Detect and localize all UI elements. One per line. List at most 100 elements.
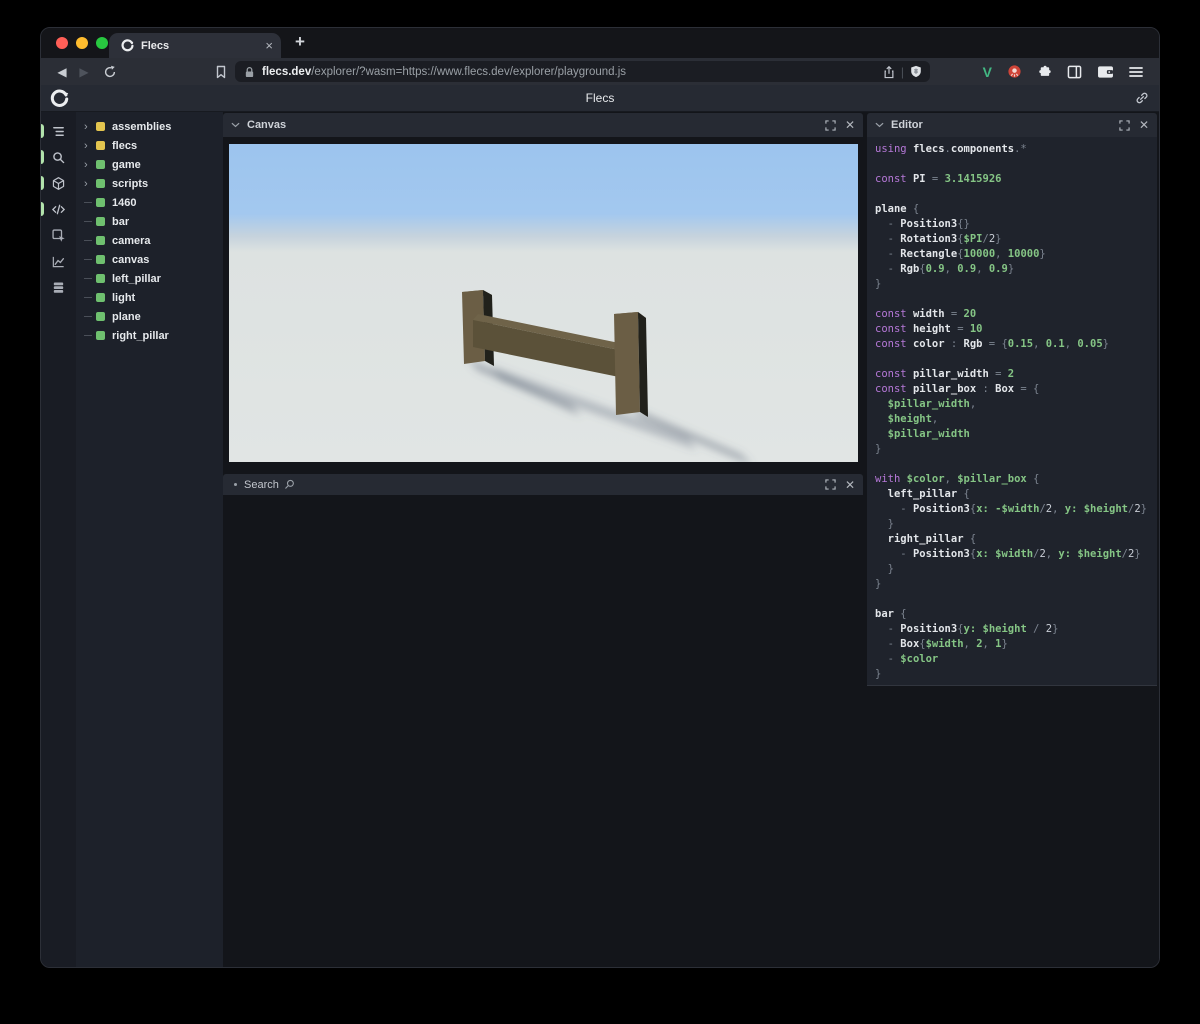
tree-item-flecs[interactable]: › flecs: [76, 136, 223, 155]
rail-button-search-icon[interactable]: [41, 144, 76, 170]
chart-icon: [51, 254, 66, 269]
tab-close-icon[interactable]: ×: [265, 39, 273, 52]
browser-toolbar: ◀ ▶ flecs.dev/explorer/?wasm=https://www…: [41, 58, 1159, 85]
close-icon[interactable]: ✕: [1139, 119, 1149, 131]
code-line: - Box{$width, 2, 1}: [875, 638, 1008, 650]
editor-panel-header[interactable]: Editor ✕: [867, 113, 1157, 137]
collapsed-indicator-dot[interactable]: [234, 483, 237, 486]
back-button[interactable]: ◀: [51, 65, 73, 79]
flecs-logo-icon: [50, 89, 69, 108]
wallet-icon[interactable]: [1097, 65, 1114, 79]
tree-item-scripts[interactable]: › scripts: [76, 174, 223, 193]
close-window-button[interactable]: [56, 37, 68, 49]
zoom-window-button[interactable]: [96, 37, 108, 49]
tree-item-left_pillar[interactable]: left_pillar: [76, 269, 223, 288]
tree-item-label: game: [112, 158, 141, 171]
url-bar[interactable]: flecs.dev/explorer/?wasm=https://www.fle…: [235, 61, 930, 82]
extension-area: V: [983, 64, 1147, 80]
close-icon[interactable]: ✕: [845, 479, 855, 491]
share-link-icon[interactable]: [1135, 91, 1149, 105]
sidebar-toggle-icon[interactable]: [1067, 65, 1082, 79]
rail-button-code-icon[interactable]: [41, 196, 76, 222]
code-line: with $color, $pillar_box {: [875, 473, 1040, 485]
expander-icon[interactable]: ›: [84, 178, 96, 190]
tree-item-label: 1460: [112, 196, 137, 209]
tree-item-canvas[interactable]: canvas: [76, 250, 223, 269]
expander-icon[interactable]: ›: [84, 121, 96, 133]
tree-item-bar[interactable]: bar: [76, 212, 223, 231]
tree-item-right_pillar[interactable]: right_pillar: [76, 326, 223, 345]
code-line: - $color: [875, 653, 939, 665]
entity-color-swatch: [96, 312, 105, 321]
share-icon[interactable]: [883, 65, 895, 79]
rail-button-memory-icon[interactable]: [41, 274, 76, 300]
code-line: }: [887, 518, 894, 530]
rail-button-chart-icon[interactable]: [41, 248, 76, 274]
rail-button-tree-view-icon[interactable]: [41, 118, 76, 144]
code-line: }: [875, 668, 882, 680]
tree-item-1460[interactable]: 1460: [76, 193, 223, 212]
tab-title: Flecs: [141, 39, 170, 52]
cube-icon: [51, 176, 66, 191]
tree-item-plane[interactable]: plane: [76, 307, 223, 326]
entity-color-swatch: [96, 293, 105, 302]
3d-viewport[interactable]: [229, 144, 858, 462]
tree-item-camera[interactable]: camera: [76, 231, 223, 250]
leaf-dash-icon: [84, 221, 96, 222]
leaf-dash-icon: [84, 240, 96, 241]
entity-color-swatch: [96, 160, 105, 169]
code-line: }: [875, 578, 882, 590]
code-line: const pillar_width = 2: [875, 368, 1015, 380]
extensions-puzzle-icon[interactable]: [1037, 64, 1052, 79]
new-tab-button[interactable]: +: [295, 32, 305, 52]
tree-item-game[interactable]: › game: [76, 155, 223, 174]
chevron-down-icon[interactable]: [231, 122, 240, 128]
red-extension-icon[interactable]: [1007, 64, 1022, 79]
bookmark-icon[interactable]: [215, 65, 227, 79]
fullscreen-icon[interactable]: [825, 479, 836, 490]
app-header: Flecs: [41, 85, 1159, 112]
canvas-panel-header[interactable]: Canvas ✕: [223, 113, 863, 137]
entity-color-swatch: [96, 236, 105, 245]
reload-button[interactable]: [103, 65, 117, 79]
close-icon[interactable]: ✕: [845, 119, 855, 131]
vue-devtools-icon[interactable]: V: [983, 64, 992, 80]
chevron-down-icon[interactable]: [875, 122, 884, 128]
code-line: const height = 10: [875, 323, 983, 335]
lock-icon: [244, 66, 255, 78]
leaf-dash-icon: [84, 259, 96, 260]
browser-tab[interactable]: Flecs ×: [109, 33, 281, 58]
main-area: Canvas ✕ Search ✕ Editor ✕ using flecs.c…: [223, 112, 1159, 967]
fullscreen-icon[interactable]: [825, 119, 836, 131]
expander-icon[interactable]: ›: [84, 140, 96, 152]
code-line: using flecs.components.*: [875, 143, 1027, 155]
code-line: }: [875, 278, 882, 290]
tree-item-label: left_pillar: [112, 272, 161, 285]
code-line: - Position3{x: $width/2, y: $height/2}: [900, 548, 1141, 560]
window-controls: [56, 37, 108, 49]
entity-color-swatch: [96, 141, 105, 150]
active-indicator: [41, 202, 44, 216]
code-editor[interactable]: using flecs.components.* const PI = 3.14…: [867, 137, 1157, 686]
fullscreen-icon[interactable]: [1119, 119, 1130, 131]
leaf-dash-icon: [84, 335, 96, 336]
code-line: const width = 20: [875, 308, 977, 320]
forward-button[interactable]: ▶: [73, 65, 95, 79]
sky-and-ground: [229, 144, 858, 462]
rail-button-inspector-icon[interactable]: [41, 222, 76, 248]
rail-button-cube-icon[interactable]: [41, 170, 76, 196]
brave-shield-icon[interactable]: [910, 65, 922, 78]
code-line: }: [875, 443, 882, 455]
search-panel-header[interactable]: Search ✕: [223, 474, 863, 495]
menu-icon[interactable]: [1129, 66, 1143, 78]
search-icon: [51, 150, 66, 165]
code-line: - Rgb{0.9, 0.9, 0.9}: [875, 263, 1015, 275]
code-line: }: [887, 563, 894, 575]
expander-icon[interactable]: ›: [84, 159, 96, 171]
url-path: /explorer/?wasm=https://www.flecs.dev/ex…: [311, 65, 627, 78]
tree-item-assemblies[interactable]: › assemblies: [76, 117, 223, 136]
minimize-window-button[interactable]: [76, 37, 88, 49]
tree-item-light[interactable]: light: [76, 288, 223, 307]
